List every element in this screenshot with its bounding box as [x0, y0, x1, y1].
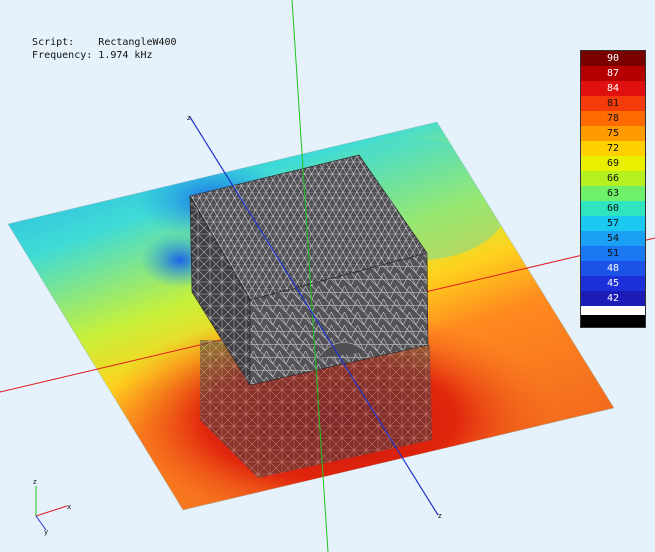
legend-entry: 51 [581, 246, 645, 261]
legend-entry: 60 [581, 201, 645, 216]
legend-entry: 75 [581, 126, 645, 141]
orientation-triad[interactable]: z x y [33, 478, 71, 536]
z-axis-tip-label-bottom: z [438, 512, 442, 520]
legend-entry: 87 [581, 66, 645, 81]
legend-entry: 63 [581, 186, 645, 201]
legend-entry: 48 [581, 261, 645, 276]
legend-entry: 90 [581, 51, 645, 66]
legend-entry: 54 [581, 231, 645, 246]
frequency-value: 1.974 kHz [98, 50, 153, 61]
color-scale-legend: 90 87 84 81 78 75 72 69 66 63 60 57 54 51 48 45 42 [580, 50, 646, 328]
legend-entry: 78 [581, 111, 645, 126]
frequency-info: Frequency: 1.974 kHz [20, 39, 152, 61]
legend-entry: 45 [581, 276, 645, 291]
z-axis-tip-label-top: z [187, 114, 191, 122]
legend-bottom-swatch [581, 315, 645, 327]
legend-entry: 69 [581, 156, 645, 171]
triad-z-label: z [33, 478, 37, 486]
3d-viewport[interactable]: z z z x y [0, 0, 655, 552]
legend-entry: 84 [581, 81, 645, 96]
legend-entry: 42 [581, 291, 645, 306]
legend-entry: 66 [581, 171, 645, 186]
frequency-label: Frequency: [32, 50, 93, 61]
legend-entry: 72 [581, 141, 645, 156]
triad-x-label: x [67, 503, 71, 511]
legend-entry: 81 [581, 96, 645, 111]
legend-entry: 57 [581, 216, 645, 231]
triad-y-label: y [44, 528, 48, 536]
